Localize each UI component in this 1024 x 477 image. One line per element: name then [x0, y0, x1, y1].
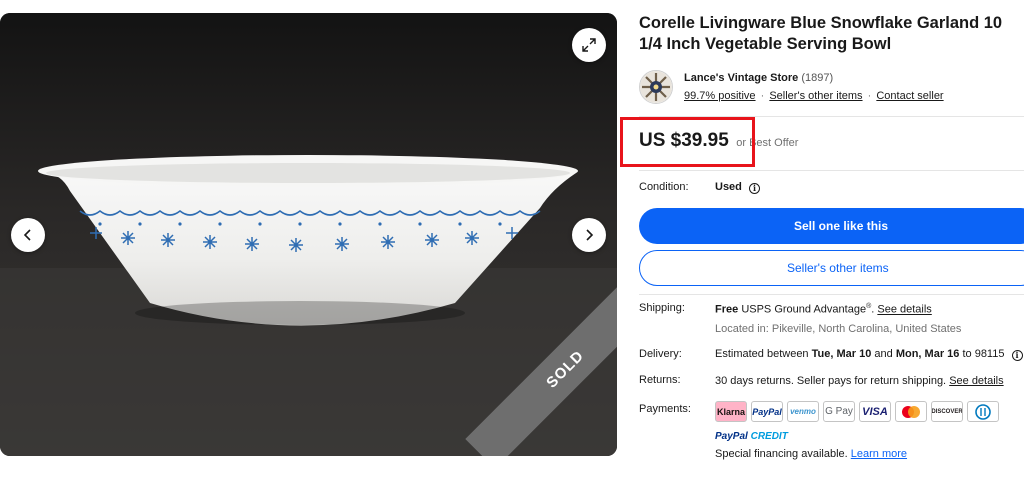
seller-other-items-link[interactable]: Seller's other items: [769, 90, 862, 102]
payment-methods: Klarna PayPal venmo G Pay VISA DISCOVER: [715, 401, 999, 422]
registered-mark: ®: [866, 303, 872, 310]
divider: [639, 294, 1024, 295]
previous-image-button[interactable]: [11, 218, 45, 252]
sold-ribbon: SOLD: [447, 286, 617, 456]
paypal-logo: PayPal: [751, 401, 783, 422]
chevron-right-icon: [586, 229, 594, 241]
condition-label: Condition:: [639, 181, 689, 193]
discover-logo: DISCOVER: [931, 401, 963, 422]
delivery-value: Estimated between Tue, Mar 10 and Mon, M…: [715, 348, 1023, 361]
condition-value: Used: [715, 181, 742, 193]
sell-one-like-this-button[interactable]: Sell one like this: [639, 208, 1024, 244]
seller-avatar[interactable]: [639, 70, 673, 104]
delivery-end-date: Mon, Mar 16: [895, 348, 960, 360]
image-gallery: SOLD: [0, 13, 617, 456]
delivery-and: and: [874, 348, 893, 360]
seller-links: 99.7% positive · Seller's other items · …: [684, 90, 944, 102]
item-title: Corelle Livingware Blue Snowflake Garlan…: [639, 14, 1003, 53]
klarna-logo: Klarna: [715, 401, 747, 422]
returns-text: 30 days returns. Seller pays for return …: [715, 375, 947, 387]
info-icon[interactable]: i: [1011, 350, 1023, 361]
separator: ·: [867, 90, 872, 102]
shipping-label: Shipping:: [639, 302, 685, 314]
shipping-service: USPS Ground Advantage: [741, 303, 867, 316]
google-pay-logo: G Pay: [823, 401, 855, 422]
delivery-label: Delivery:: [639, 348, 682, 360]
diners-club-logo: [967, 401, 999, 422]
financing-text: Special financing available.: [715, 448, 848, 460]
visa-logo: VISA: [859, 401, 891, 422]
returns-label: Returns:: [639, 374, 681, 386]
divider: [639, 170, 1024, 171]
seller-card: Lance's Vintage Store (1897) 99.7% posit…: [639, 70, 1024, 106]
chevron-left-icon: [23, 229, 31, 241]
seller-name[interactable]: Lance's Vintage Store: [684, 72, 798, 84]
delivery-prefix: Estimated between: [715, 348, 809, 360]
condition-value-row: Used i: [715, 181, 760, 194]
payments-label: Payments:: [639, 403, 691, 415]
shipping-see-details-link[interactable]: See details: [877, 304, 931, 316]
returns-value: 30 days returns. Seller pays for return …: [715, 375, 1004, 387]
expand-button[interactable]: [572, 28, 606, 62]
financing-row: Special financing available. Learn more: [715, 448, 907, 460]
shipping-free: Free: [715, 303, 739, 316]
seller-positive-link[interactable]: 99.7% positive: [684, 90, 756, 102]
seller-name-line: Lance's Vintage Store (1897): [684, 72, 833, 84]
paypal-credit-word-1: PayPal: [715, 431, 748, 442]
separator: ·: [760, 90, 765, 102]
venmo-logo: venmo: [787, 401, 819, 422]
learn-more-link[interactable]: Learn more: [851, 448, 907, 460]
paypal-credit-logo: PayPal CREDIT: [715, 431, 788, 442]
next-image-button[interactable]: [572, 218, 606, 252]
mastercard-logo: [895, 401, 927, 422]
shipping-value: Free USPS Ground Advantage®. See details: [715, 303, 932, 316]
info-icon[interactable]: i: [748, 183, 760, 194]
seller-feedback-count: (1897): [801, 72, 834, 84]
price-highlight-box: [620, 117, 755, 167]
item-location: Located in: Pikeville, North Carolina, U…: [715, 323, 962, 335]
expand-icon: [582, 38, 596, 52]
returns-see-details-link[interactable]: See details: [949, 375, 1003, 387]
sellers-other-items-button[interactable]: Seller's other items: [639, 250, 1024, 286]
delivery-start-date: Tue, Mar 10: [811, 348, 872, 360]
sold-badge: SOLD: [465, 286, 617, 456]
paypal-credit-word-2: CREDIT: [750, 431, 788, 442]
contact-seller-link[interactable]: Contact seller: [876, 90, 943, 102]
delivery-zip: to 98115: [962, 348, 1005, 360]
